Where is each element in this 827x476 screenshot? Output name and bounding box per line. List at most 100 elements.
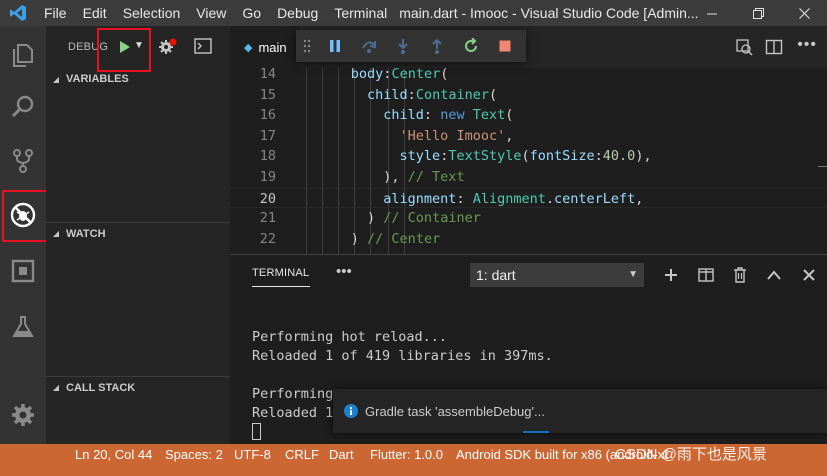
debug-console-icon[interactable] bbox=[194, 38, 212, 57]
restart-button[interactable] bbox=[454, 30, 488, 62]
panel-more-icon[interactable]: ••• bbox=[336, 263, 352, 280]
tab-main-dart[interactable]: ◆ main bbox=[230, 26, 300, 68]
code-line[interactable]: 21 ) // Container bbox=[230, 208, 827, 229]
debug-sidebar: DEBUG ▼ ◢ VARIABLES ◢ WATCH ◢ CALL STACK bbox=[46, 26, 230, 444]
code-text: child: new Text( bbox=[383, 107, 514, 124]
menu-bar: File Edit Selection View Go Debug Termin… bbox=[36, 0, 395, 26]
status-language[interactable]: Dart bbox=[329, 444, 354, 466]
chevron-down-icon: ◢ bbox=[52, 229, 60, 238]
code-line[interactable]: 14 body:Center( bbox=[230, 68, 827, 85]
status-flutter-version[interactable]: Flutter: 1.0.0 bbox=[370, 444, 443, 466]
notification-toast[interactable]: Gradle task 'assembleDebug'... bbox=[333, 389, 827, 433]
stop-button[interactable] bbox=[488, 30, 522, 62]
menu-selection[interactable]: Selection bbox=[115, 0, 189, 26]
line-number: 17 bbox=[259, 127, 276, 144]
menu-view[interactable]: View bbox=[188, 0, 234, 26]
maximize-panel-icon[interactable] bbox=[762, 263, 786, 287]
title-bar: File Edit Selection View Go Debug Termin… bbox=[0, 0, 827, 26]
kill-terminal-icon[interactable] bbox=[728, 263, 752, 287]
terminal-output-line: Reloaded 1 of 419 libraries in 397ms. bbox=[252, 348, 553, 364]
variables-label: VARIABLES bbox=[66, 73, 129, 85]
call-stack-section-header[interactable]: ◢ CALL STACK bbox=[46, 376, 230, 398]
restore-icon[interactable] bbox=[735, 0, 781, 26]
window-title: main.dart - Imooc - Visual Studio Code [… bbox=[399, 5, 699, 21]
code-line[interactable]: 20 alignment: Alignment.centerLeft, bbox=[230, 187, 827, 209]
code-line[interactable]: 15 child:Container( bbox=[230, 85, 827, 106]
extensions-icon[interactable] bbox=[0, 248, 46, 294]
pause-button[interactable] bbox=[318, 30, 352, 62]
new-terminal-icon[interactable] bbox=[659, 263, 683, 287]
step-over-icon bbox=[362, 41, 376, 53]
vscode-logo-icon bbox=[0, 0, 36, 26]
menu-edit[interactable]: Edit bbox=[75, 0, 115, 26]
terminal-output-line: Reloaded 1 bbox=[252, 405, 334, 421]
menu-debug[interactable]: Debug bbox=[269, 0, 326, 26]
code-text: child:Container( bbox=[367, 86, 498, 103]
code-line[interactable]: 22 ) // Center bbox=[230, 229, 827, 250]
status-indentation[interactable]: Spaces: 2 bbox=[165, 444, 223, 466]
status-encoding[interactable]: UTF-8 bbox=[234, 444, 271, 466]
step-into-icon bbox=[398, 39, 408, 54]
source-control-icon[interactable] bbox=[0, 138, 46, 184]
chevron-down-icon: ▼ bbox=[628, 269, 638, 280]
step-out-button[interactable] bbox=[420, 30, 454, 62]
open-changes-icon[interactable] bbox=[735, 38, 753, 59]
line-number: 22 bbox=[259, 230, 276, 247]
notification-progress bbox=[523, 431, 549, 433]
line-number: 16 bbox=[259, 107, 276, 124]
step-out-icon bbox=[432, 38, 442, 54]
menu-go[interactable]: Go bbox=[234, 0, 269, 26]
call-stack-label: CALL STACK bbox=[66, 381, 136, 394]
close-panel-icon[interactable] bbox=[797, 263, 821, 287]
code-text: style:TextStyle(fontSize:40.0), bbox=[399, 148, 652, 165]
split-terminal-icon[interactable] bbox=[694, 263, 718, 287]
close-window-icon[interactable] bbox=[781, 0, 827, 26]
code-text: 'Hello Imooc', bbox=[399, 127, 514, 144]
watch-label: WATCH bbox=[66, 227, 106, 240]
code-line[interactable]: 17 'Hello Imooc', bbox=[230, 126, 827, 147]
flask-icon[interactable] bbox=[0, 304, 46, 350]
code-line[interactable]: 18 style:TextStyle(fontSize:40.0), bbox=[230, 146, 827, 167]
code-text: ) // Center bbox=[350, 230, 441, 247]
tab-terminal[interactable]: TERMINAL bbox=[252, 267, 309, 279]
status-cursor-position[interactable]: Ln 20, Col 44 bbox=[75, 444, 152, 466]
code-text: body:Center( bbox=[350, 68, 449, 82]
code-text: ) // Container bbox=[367, 210, 481, 227]
chevron-down-icon: ◢ bbox=[52, 383, 60, 392]
line-number: 15 bbox=[259, 86, 276, 103]
debug-view-highlight bbox=[2, 190, 52, 242]
search-icon[interactable] bbox=[0, 84, 46, 130]
line-number: 18 bbox=[259, 148, 276, 165]
menu-file[interactable]: File bbox=[36, 0, 75, 26]
step-into-button[interactable] bbox=[386, 30, 420, 62]
step-over-button[interactable] bbox=[352, 30, 386, 62]
drag-handle-icon[interactable] bbox=[296, 30, 318, 62]
active-tab-underline bbox=[252, 286, 310, 287]
code-line[interactable]: 16 child: new Text( bbox=[230, 105, 827, 126]
window-controls bbox=[689, 0, 827, 26]
tab-label: main bbox=[258, 39, 287, 55]
terminal-output-line: Performing hot reload... bbox=[252, 329, 448, 345]
menu-terminal[interactable]: Terminal bbox=[326, 0, 395, 26]
settings-gear-icon[interactable] bbox=[0, 392, 46, 438]
restart-icon bbox=[465, 38, 477, 52]
debug-toolbar bbox=[296, 30, 526, 62]
code-line[interactable]: 19 ), // Text bbox=[230, 167, 827, 188]
info-icon bbox=[343, 403, 359, 419]
status-eol[interactable]: CRLF bbox=[285, 444, 319, 466]
explorer-icon[interactable] bbox=[0, 32, 46, 78]
panel-header: TERMINAL ••• 1: dart ▼ bbox=[230, 255, 827, 295]
code-editor[interactable]: 14 body:Center(15 child:Container(16 chi… bbox=[230, 68, 827, 254]
more-actions-icon[interactable]: ••• bbox=[797, 36, 817, 54]
dart-file-icon: ◆ bbox=[244, 41, 253, 54]
debug-settings-icon[interactable] bbox=[158, 37, 178, 58]
terminal-select-value: 1: dart bbox=[476, 267, 516, 283]
line-number: 19 bbox=[259, 169, 276, 185]
watch-section-header[interactable]: ◢ WATCH bbox=[46, 222, 230, 244]
line-number: 14 bbox=[259, 68, 276, 82]
terminal-select[interactable]: 1: dart ▼ bbox=[470, 263, 644, 287]
minimize-icon[interactable] bbox=[689, 0, 735, 26]
status-strip: Ln 20, Col 44 Spaces: 2 UTF-8 CRLF Dart … bbox=[0, 444, 827, 466]
split-editor-icon[interactable] bbox=[765, 38, 783, 59]
code-text: ), // Text bbox=[383, 169, 465, 185]
